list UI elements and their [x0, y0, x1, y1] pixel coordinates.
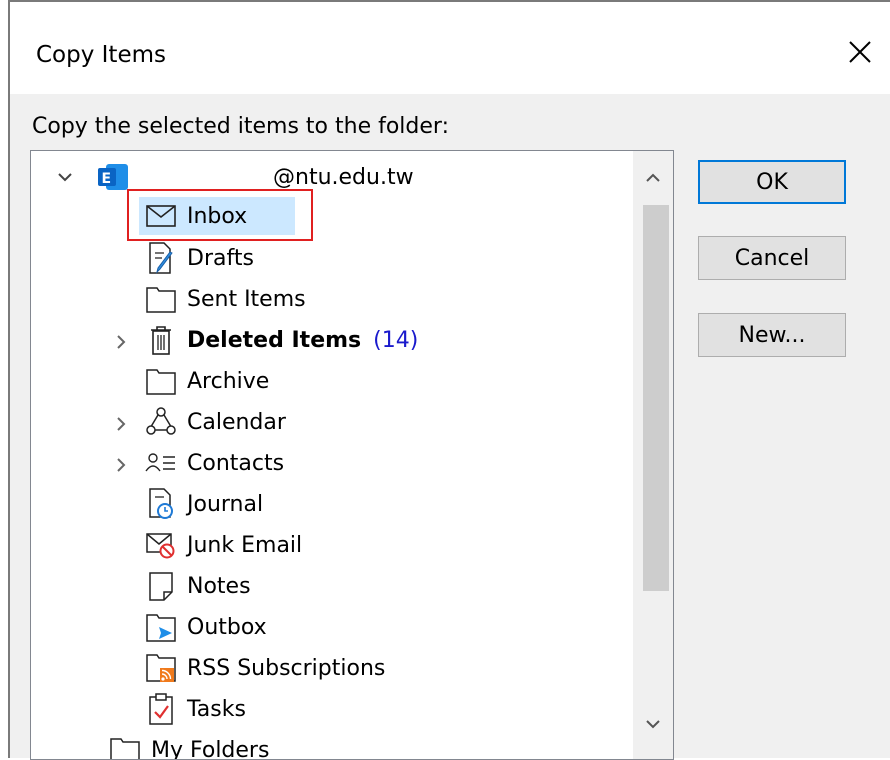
calendar-group-icon: [143, 403, 179, 441]
title-bar: Copy Items: [10, 2, 890, 94]
annotation-box: [127, 189, 313, 241]
chevron-down-icon: [57, 171, 73, 183]
expand-account-chevron[interactable]: [53, 165, 77, 189]
folder-tree[interactable]: E @ntu.edu.tw Inbox Drafts Sent Items: [30, 150, 674, 760]
cancel-button[interactable]: Cancel: [698, 236, 846, 280]
folder-label: Junk Email: [187, 533, 302, 558]
tree-item-rss-subscriptions[interactable]: RSS Subscriptions: [143, 649, 385, 687]
tree-item-contacts[interactable]: Contacts: [143, 444, 284, 482]
folder-label: Tasks: [187, 697, 246, 722]
chevron-right-icon: [115, 416, 127, 432]
tree-item-tasks[interactable]: Tasks: [143, 690, 246, 728]
tree-item-notes[interactable]: Notes: [143, 567, 251, 605]
tree-item-deleted-items[interactable]: Deleted Items (14): [143, 321, 418, 359]
tree-item-calendar[interactable]: Calendar: [143, 403, 286, 441]
contacts-icon: [143, 444, 179, 482]
journal-icon: [143, 485, 179, 523]
trash-icon: [143, 321, 179, 359]
folder-label: Notes: [187, 574, 251, 599]
scroll-thumb[interactable]: [643, 205, 669, 591]
folder-label: RSS Subscriptions: [187, 656, 385, 681]
unread-count: (14): [373, 328, 418, 353]
chevron-right-icon: [115, 334, 127, 350]
dialog-title: Copy Items: [36, 42, 166, 68]
scroll-down-button[interactable]: [633, 703, 673, 745]
expand-calendar-chevron[interactable]: [109, 412, 133, 436]
tree-item-my-folders[interactable]: My Folders: [51, 731, 269, 760]
prompt-label: Copy the selected items to the folder:: [32, 114, 449, 139]
tree-item-sent-items[interactable]: Sent Items: [143, 280, 306, 318]
scroll-up-button[interactable]: [633, 157, 673, 199]
folder-label: Archive: [187, 369, 269, 394]
rss-icon: [143, 649, 179, 687]
tree-item-drafts[interactable]: Drafts: [143, 239, 254, 277]
outbox-icon: [143, 608, 179, 646]
svg-text:E: E: [102, 171, 112, 187]
folder-label: Calendar: [187, 410, 286, 435]
notes-icon: [143, 567, 179, 605]
tree-item-archive[interactable]: Archive: [143, 362, 269, 400]
drafts-icon: [143, 239, 179, 277]
folder-label: Sent Items: [187, 287, 306, 312]
ok-button[interactable]: OK: [698, 160, 846, 204]
folder-icon: [143, 280, 179, 318]
folder-label: Journal: [187, 492, 263, 517]
new-folder-button[interactable]: New...: [698, 313, 846, 357]
expand-deleted-chevron[interactable]: [109, 330, 133, 354]
folder-label: Deleted Items: [187, 328, 361, 353]
tree-item-junk-email[interactable]: Junk Email: [143, 526, 302, 564]
close-button[interactable]: [830, 22, 890, 82]
account-label: @ntu.edu.tw: [273, 165, 414, 190]
tree-item-outbox[interactable]: Outbox: [143, 608, 267, 646]
folder-label: Outbox: [187, 615, 267, 640]
folder-icon: [107, 731, 143, 760]
exchange-icon: E: [95, 158, 131, 196]
tree-item-journal[interactable]: Journal: [143, 485, 263, 523]
folder-label: My Folders: [151, 738, 269, 760]
folder-label: Drafts: [187, 246, 254, 271]
folder-icon: [143, 362, 179, 400]
expand-contacts-chevron[interactable]: [109, 453, 133, 477]
copy-items-dialog: Copy Items Copy the selected items to th…: [8, 0, 890, 758]
chevron-right-icon: [115, 457, 127, 473]
vertical-scrollbar[interactable]: [633, 151, 673, 759]
chevron-down-icon: [645, 718, 661, 730]
chevron-up-icon: [645, 172, 661, 184]
close-icon: [847, 39, 873, 65]
folder-label: Contacts: [187, 451, 284, 476]
tasks-icon: [143, 690, 179, 728]
junk-email-icon: [143, 526, 179, 564]
